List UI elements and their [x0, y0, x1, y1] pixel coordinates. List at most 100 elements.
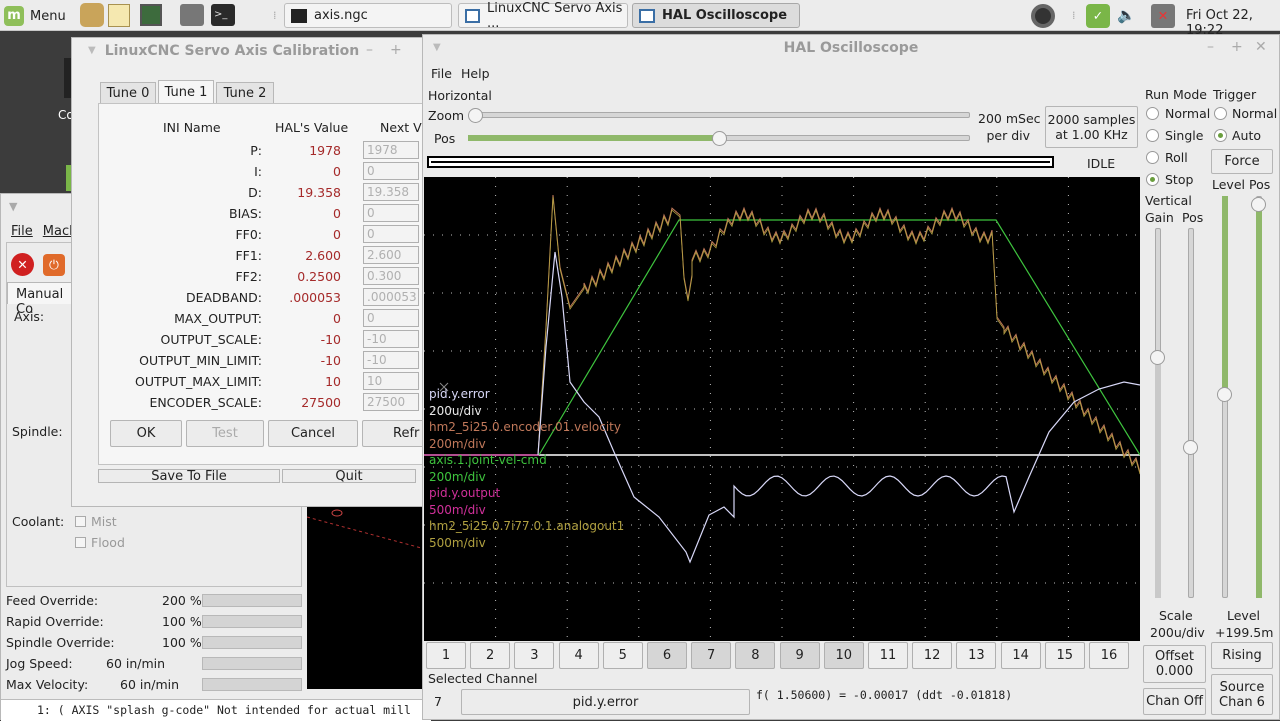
param-next-value-input[interactable]: 0	[363, 309, 419, 327]
override-label: Max Velocity:	[6, 677, 89, 692]
param-next-value-input[interactable]: 0	[363, 204, 419, 222]
menu-file[interactable]: File	[11, 224, 33, 239]
param-next-value-input[interactable]: .000053	[363, 288, 419, 306]
terminal-launcher-icon[interactable]: >_	[211, 4, 235, 26]
channel-number: 8	[751, 648, 760, 663]
channel-button-8[interactable]: 8	[735, 642, 776, 669]
channel-button-15[interactable]: 15	[1044, 642, 1085, 669]
chan-off-button[interactable]: Chan Off	[1143, 688, 1206, 715]
channel-button-5[interactable]: 5	[602, 642, 643, 669]
channel-button-7[interactable]: 7	[691, 642, 732, 669]
channel-button-9[interactable]: 9	[779, 642, 820, 669]
scope-display[interactable]: pid.y.error 200u/div hm2_5i25.0.encoder.…	[424, 177, 1141, 641]
spindle-override-slider[interactable]	[202, 636, 302, 649]
param-next-value-input[interactable]: -10	[363, 330, 419, 348]
trigger-source-button[interactable]: Source Chan 6	[1211, 674, 1273, 715]
channel-number: 13	[968, 648, 985, 663]
menu-file[interactable]: File	[431, 66, 452, 81]
run-mode-stop-radio[interactable]	[1146, 173, 1159, 186]
ok-button[interactable]: OK	[110, 420, 182, 447]
taskbar-axis[interactable]: axis.ngc	[284, 3, 452, 28]
param-next-value-input[interactable]: -10	[363, 351, 419, 369]
taskbar-halscope[interactable]: HAL Oscilloscope	[632, 3, 800, 28]
gcode-listing[interactable]: 1: ( AXIS "splash g-code" Not intended f…	[1, 699, 431, 721]
channel-button-11[interactable]: 11	[868, 642, 908, 669]
channel-button-2[interactable]: 2	[470, 642, 511, 669]
param-next-value-input[interactable]: 0	[363, 162, 419, 180]
param-name: OUTPUT_MIN_LIMIT:	[139, 353, 262, 368]
channel-button-3[interactable]: 3	[514, 642, 555, 669]
menu-button[interactable]: m Menu	[4, 6, 66, 26]
trigger-auto-radio[interactable]	[1214, 129, 1227, 142]
channel-button-6[interactable]: 6	[647, 642, 687, 669]
force-trigger-button[interactable]: Force	[1211, 149, 1273, 174]
run-mode-normal-radio[interactable]	[1146, 107, 1159, 120]
channel-button-12[interactable]: 12	[912, 642, 953, 669]
channel-button-16[interactable]: 16	[1089, 642, 1129, 669]
trigger-level-slider-handle[interactable]	[1217, 387, 1232, 402]
tab-tune-1[interactable]: Tune 1	[158, 80, 214, 104]
feed-override-slider[interactable]	[202, 594, 302, 607]
zoom-slider-handle[interactable]	[468, 108, 483, 123]
system-monitor-launcher-icon[interactable]	[140, 4, 162, 26]
button-label: Cancel	[290, 426, 336, 441]
trace-pid-error	[537, 251, 1141, 564]
network-disconnected-icon[interactable]: ✕	[1151, 4, 1175, 28]
cancel-button[interactable]: Cancel	[268, 420, 358, 447]
window-menu-icon[interactable]: ▼	[9, 200, 17, 213]
parameter-row: OUTPUT_SCALE: -10 -10	[71, 330, 431, 352]
trigger-pos-slider-handle[interactable]	[1251, 197, 1266, 212]
maximize-icon[interactable]: +	[390, 42, 402, 58]
zoom-slider[interactable]	[470, 112, 970, 118]
update-ok-icon[interactable]: ✓	[1086, 4, 1110, 28]
jog-speed-slider[interactable]	[202, 657, 302, 670]
minimize-icon[interactable]: –	[1207, 39, 1214, 55]
close-icon[interactable]: ✕	[1255, 39, 1267, 55]
webcam-tray-icon[interactable]	[1031, 4, 1055, 28]
tab-tune-2[interactable]: Tune 2	[216, 82, 274, 104]
text-editor-launcher-icon[interactable]	[108, 4, 130, 27]
horizontal-pos-slider-handle[interactable]	[712, 131, 727, 146]
selected-channel-source-button[interactable]: pid.y.error	[461, 689, 750, 715]
test-button[interactable]: Test	[186, 420, 264, 447]
offset-button[interactable]: Offset 0.000	[1143, 645, 1206, 683]
gimp-launcher-icon[interactable]	[80, 3, 104, 27]
param-next-value-input[interactable]: 0	[363, 225, 419, 243]
save-to-file-button[interactable]: Save To File	[98, 469, 280, 484]
menu-help[interactable]: Help	[461, 66, 490, 81]
channel-button-13[interactable]: 13	[956, 642, 997, 669]
taskbar-calibration[interactable]: LinuxCNC Servo Axis ...	[458, 1, 628, 31]
rapid-override-slider[interactable]	[202, 615, 302, 628]
tab-tune-0[interactable]: Tune 0	[100, 82, 156, 104]
vertical-pos-slider-handle[interactable]	[1183, 440, 1198, 455]
minimize-icon[interactable]: –	[366, 42, 373, 58]
channel-button-4[interactable]: 4	[558, 642, 599, 669]
param-next-value-input[interactable]: 19.358	[363, 183, 419, 201]
run-mode-roll-radio[interactable]	[1146, 151, 1159, 164]
halscope-titlebar[interactable]: HAL Oscilloscope	[423, 35, 1279, 61]
param-hal-value: 0	[333, 206, 341, 221]
files-launcher-icon[interactable]	[180, 4, 204, 26]
channel-button-10[interactable]: 10	[823, 642, 864, 669]
vertical-pos-slider[interactable]	[1188, 228, 1194, 598]
gain-slider-handle[interactable]	[1150, 350, 1165, 365]
param-next-value-input[interactable]: 0.300	[363, 267, 419, 285]
maximize-icon[interactable]: +	[1231, 39, 1243, 55]
param-next-value-input[interactable]: 2.600	[363, 246, 419, 264]
parameter-row: I: 0 0	[71, 162, 431, 184]
volume-icon[interactable]: 🔈	[1117, 6, 1136, 24]
channel-button-1[interactable]: 1	[426, 642, 466, 669]
rising-edge-button[interactable]: Rising	[1211, 642, 1273, 669]
preview-canvas[interactable]	[306, 507, 426, 689]
param-next-value-input[interactable]: 27500	[363, 393, 419, 411]
max-velocity-slider[interactable]	[202, 678, 302, 691]
calibration-titlebar[interactable]: LinuxCNC Servo Axis Calibration	[72, 38, 392, 64]
cursor-readout: f( 1.50600) = -0.00017 (ddt -0.01818)	[756, 688, 1010, 702]
run-mode-single-radio[interactable]	[1146, 129, 1159, 142]
trigger-normal-radio[interactable]	[1214, 107, 1227, 120]
channel-button-14[interactable]: 14	[1000, 642, 1041, 669]
param-next-value-input[interactable]: 1978	[363, 141, 419, 159]
param-next-value-input[interactable]: 10	[363, 372, 419, 390]
sample-rate-button[interactable]: 2000 samples at 1.00 KHz	[1045, 106, 1138, 148]
quit-button[interactable]: Quit	[282, 469, 416, 484]
